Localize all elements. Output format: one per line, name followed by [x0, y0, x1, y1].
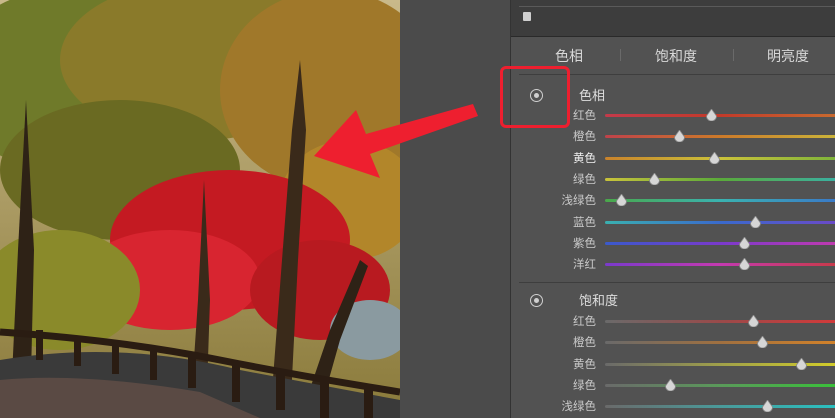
slider-row: 黄色 — [511, 148, 835, 169]
slider-track[interactable] — [605, 215, 835, 228]
slider-label: 洋红 — [573, 257, 596, 272]
section-title-saturation: 饱和度 — [579, 294, 619, 309]
slider-thumb[interactable] — [706, 109, 718, 121]
slider-row: 橙色 — [511, 126, 835, 147]
slider-row: 黄色 — [511, 354, 835, 375]
panel-header — [511, 0, 835, 37]
slider-track[interactable] — [605, 400, 835, 413]
slider-thumb[interactable] — [750, 215, 762, 228]
slider-thumb[interactable] — [616, 194, 628, 207]
slider-label: 橙色 — [573, 129, 596, 144]
tab-separator — [620, 49, 621, 61]
slider-label: 紫色 — [573, 235, 596, 250]
panel-grip-icon[interactable] — [523, 12, 531, 21]
tab-hue[interactable]: 色相 — [555, 46, 583, 66]
tab-luminance[interactable]: 明亮度 — [767, 46, 809, 66]
slider-row: 橙色 — [511, 332, 835, 353]
slider-thumb[interactable] — [761, 400, 773, 413]
slider-label: 浅绿色 — [561, 399, 597, 414]
slider-track[interactable] — [605, 151, 835, 164]
slider-row: 绿色 — [511, 169, 835, 190]
slider-row: 洋红 — [511, 254, 835, 275]
hsl-panel: 色相 饱和度 明亮度 色相 红色 橙色 黄色 绿色 浅绿色 蓝色 紫色 洋红 饱和度 红色 橙色… — [510, 0, 835, 418]
slider-track[interactable] — [605, 172, 835, 185]
slider-row: 紫色 — [511, 233, 835, 254]
slider-label: 红色 — [573, 314, 596, 328]
tab-saturation[interactable]: 饱和度 — [655, 46, 697, 66]
slider-track[interactable] — [605, 258, 835, 271]
slider-label: 橙色 — [573, 335, 596, 350]
slider-track[interactable] — [605, 236, 835, 249]
slider-row: 蓝色 — [511, 212, 835, 233]
panel-gutter — [400, 0, 510, 418]
autumn-trees-image — [0, 0, 400, 418]
slider-thumb[interactable] — [738, 258, 750, 271]
slider-track[interactable] — [605, 357, 835, 370]
slider-thumb[interactable] — [747, 315, 759, 327]
slider-label: 绿色 — [573, 377, 596, 392]
slider-track[interactable] — [605, 194, 835, 207]
slider-thumb[interactable] — [757, 336, 768, 349]
slider-label: 黄色 — [573, 356, 596, 371]
slider-row: 红色 — [511, 311, 835, 332]
slider-row: 绿色 — [511, 375, 835, 396]
slider-thumb[interactable] — [708, 151, 720, 164]
slider-label: 绿色 — [573, 171, 596, 186]
slider-track[interactable] — [605, 315, 835, 327]
slider-thumb[interactable] — [648, 172, 660, 185]
slider-label: 蓝色 — [573, 214, 596, 229]
slider-row: 浅绿色 — [511, 190, 835, 211]
target-adjustment-icon[interactable] — [530, 294, 543, 307]
annotation-arrow-icon — [314, 104, 478, 178]
tab-separator — [733, 49, 734, 61]
slider-label: 浅绿色 — [561, 193, 597, 208]
divider — [519, 282, 835, 283]
slider-row: 浅绿色 — [511, 396, 835, 417]
slider-thumb[interactable] — [674, 130, 685, 143]
slider-thumb[interactable] — [738, 236, 750, 249]
slider-label: 红色 — [573, 108, 596, 122]
slider-track[interactable] — [605, 336, 835, 349]
slider-track[interactable] — [605, 378, 835, 391]
header-line — [519, 6, 835, 7]
slider-track[interactable] — [605, 109, 835, 121]
slider-thumb[interactable] — [664, 378, 676, 391]
annotation-highlight-box — [500, 66, 570, 128]
slider-label: 黄色 — [573, 150, 596, 165]
photo-preview — [0, 0, 400, 418]
slider-track[interactable] — [605, 130, 835, 143]
section-title-hue: 色相 — [579, 89, 606, 104]
slider-thumb[interactable] — [796, 357, 808, 370]
